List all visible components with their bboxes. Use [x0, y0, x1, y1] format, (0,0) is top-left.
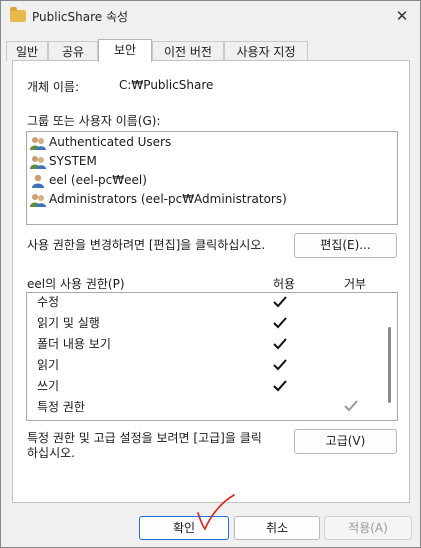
cancel-button[interactable]: 취소	[234, 516, 320, 540]
allow-checkmark-icon	[273, 380, 287, 392]
tab-sharing[interactable]: 공유	[48, 41, 98, 61]
tab-previous-versions[interactable]: 이전 버전	[152, 41, 224, 61]
close-button[interactable]: ✕	[390, 5, 414, 27]
allow-checkmark-icon	[273, 296, 287, 308]
permission-row: 쓰기	[37, 379, 60, 393]
tab-general[interactable]: 일반	[6, 41, 48, 61]
permissions-for-label: eel의 사용 권한(P)	[27, 277, 125, 291]
list-item[interactable]: Authenticated Users	[30, 133, 171, 152]
list-item[interactable]: Administrators (eel-pc₩Administrators)	[30, 190, 287, 209]
permission-row: 읽기 및 실행	[37, 316, 100, 330]
user-listbox[interactable]: Authenticated Users SYSTEM eel (eel-pc₩e…	[26, 131, 398, 225]
list-item[interactable]: SYSTEM	[30, 152, 97, 171]
scroll-thumb[interactable]	[388, 327, 391, 403]
allow-checkmark-icon	[273, 359, 287, 371]
edit-button[interactable]: 편집(E)...	[294, 233, 397, 258]
object-name-value: C:₩PublicShare	[119, 78, 214, 92]
deny-column-header: 거부	[344, 277, 367, 291]
allow-checkmark-icon	[273, 338, 287, 350]
allow-column-header: 허용	[273, 277, 296, 291]
advanced-hint-line: 하십시오.	[27, 446, 75, 460]
permissions-scrollbar[interactable]	[385, 293, 395, 420]
user-name: SYSTEM	[49, 154, 97, 168]
title-bar: PublicShare 속성 ✕	[1, 1, 420, 33]
permission-row: 폴더 내용 보기	[37, 337, 111, 351]
advanced-settings-hint: 특정 권한 및 고급 설정을 보려면 [고급]을 클릭 하십시오.	[27, 431, 262, 461]
deny-checkmark-dimmed-icon	[344, 400, 358, 412]
group-icon	[30, 193, 46, 207]
tab-security[interactable]: 보안	[98, 39, 152, 62]
permission-row: 읽기	[37, 358, 60, 372]
permission-row: 수정	[37, 295, 60, 309]
advanced-button[interactable]: 고급(V)	[294, 429, 397, 454]
user-icon	[32, 174, 44, 188]
window-title: PublicShare 속성	[32, 10, 129, 24]
user-name: Authenticated Users	[49, 135, 172, 149]
group-icon	[30, 155, 46, 169]
permissions-list[interactable]: 수정 읽기 및 실행 폴더 내용 보기 읽기 쓰기 특정 권한	[26, 292, 398, 421]
permission-row: 특정 권한	[37, 400, 85, 414]
user-name: eel (eel-pc₩eel)	[49, 173, 147, 187]
list-item[interactable]: eel (eel-pc₩eel)	[30, 171, 147, 190]
user-name: Administrators (eel-pc₩Administrators)	[49, 192, 287, 206]
group-user-label: 그룹 또는 사용자 이름(G):	[27, 114, 161, 128]
group-icon	[30, 136, 46, 150]
tab-customize[interactable]: 사용자 지정	[224, 41, 308, 61]
security-panel: 개체 이름: C:₩PublicShare 그룹 또는 사용자 이름(G): A…	[12, 60, 410, 503]
properties-dialog: PublicShare 속성 ✕ 일반 공유 보안 이전 버전 사용자 지정 개…	[0, 0, 421, 548]
change-permissions-hint: 사용 권한을 변경하려면 [편집]을 클릭하십시오.	[27, 238, 266, 252]
folder-icon	[10, 7, 26, 22]
object-name-label: 개체 이름:	[27, 80, 80, 94]
apply-button[interactable]: 적용(A)	[324, 516, 412, 540]
advanced-hint-line: 특정 권한 및 고급 설정을 보려면 [고급]을 클릭	[27, 431, 262, 445]
allow-checkmark-icon	[273, 317, 287, 329]
ok-button[interactable]: 확인	[139, 516, 229, 540]
